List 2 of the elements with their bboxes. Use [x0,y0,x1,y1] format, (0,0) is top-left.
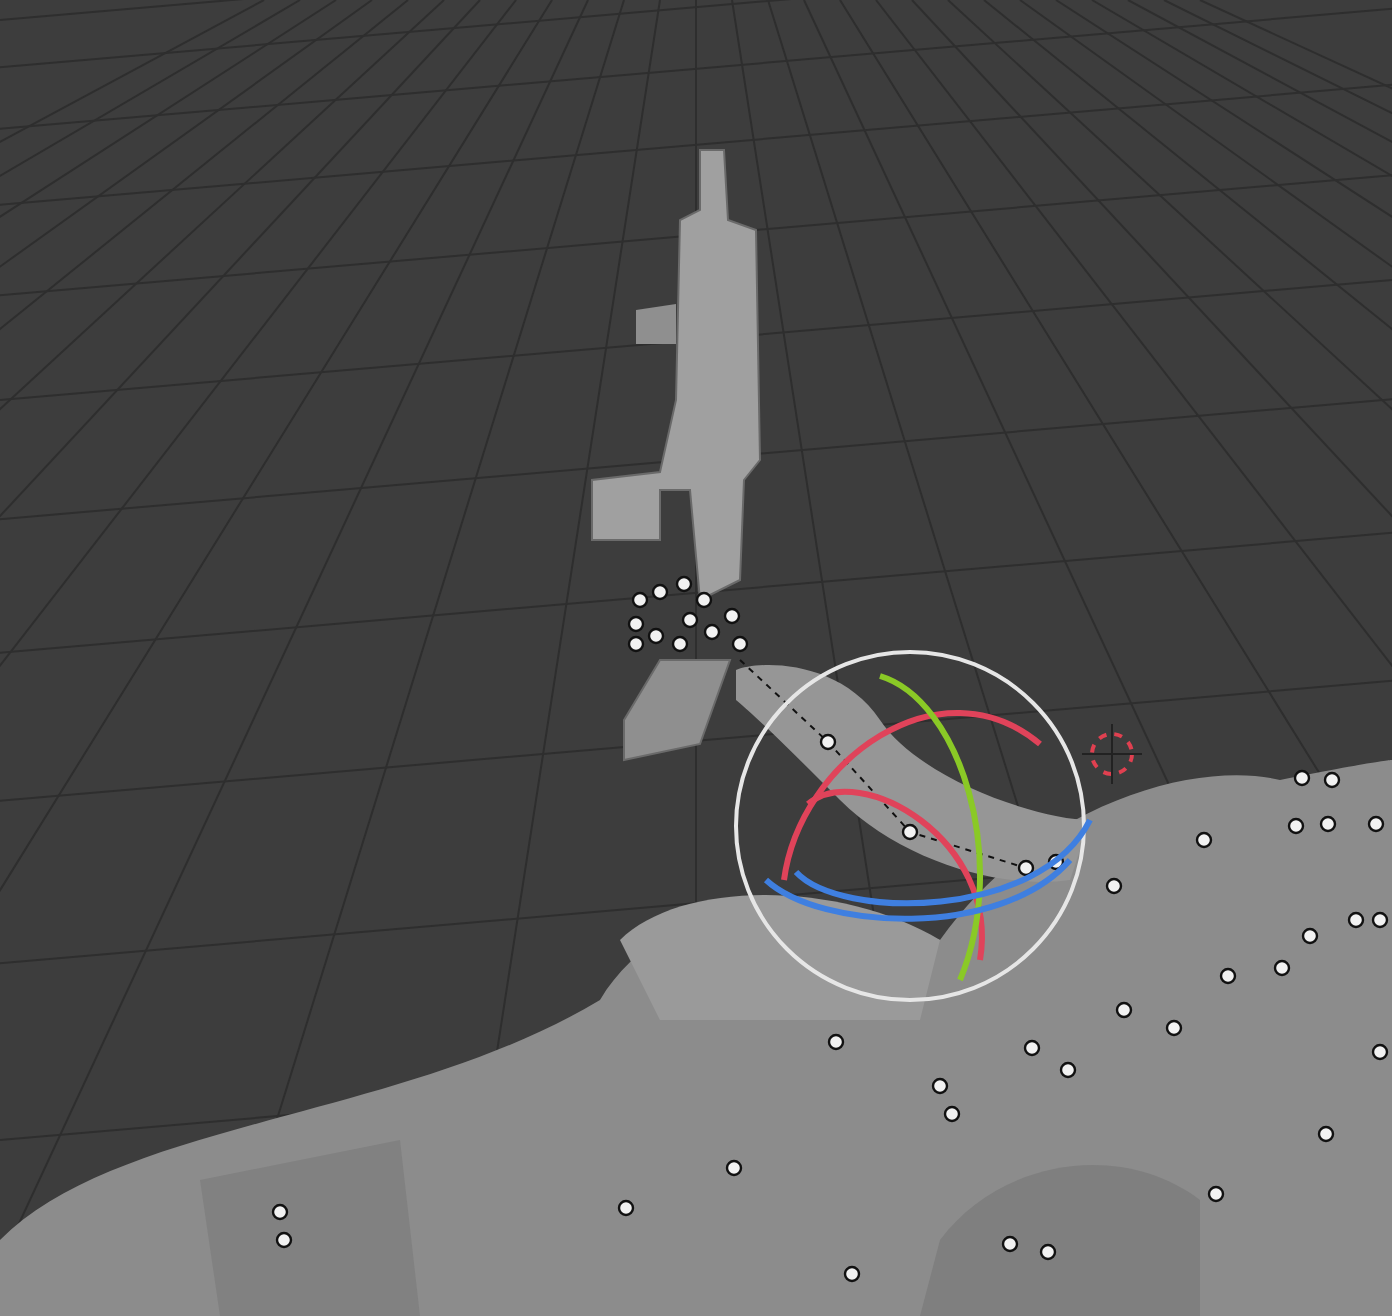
rotate-gizmo-drawing[interactable] [734,650,1093,1002]
3d-cursor-icon [1081,723,1143,785]
